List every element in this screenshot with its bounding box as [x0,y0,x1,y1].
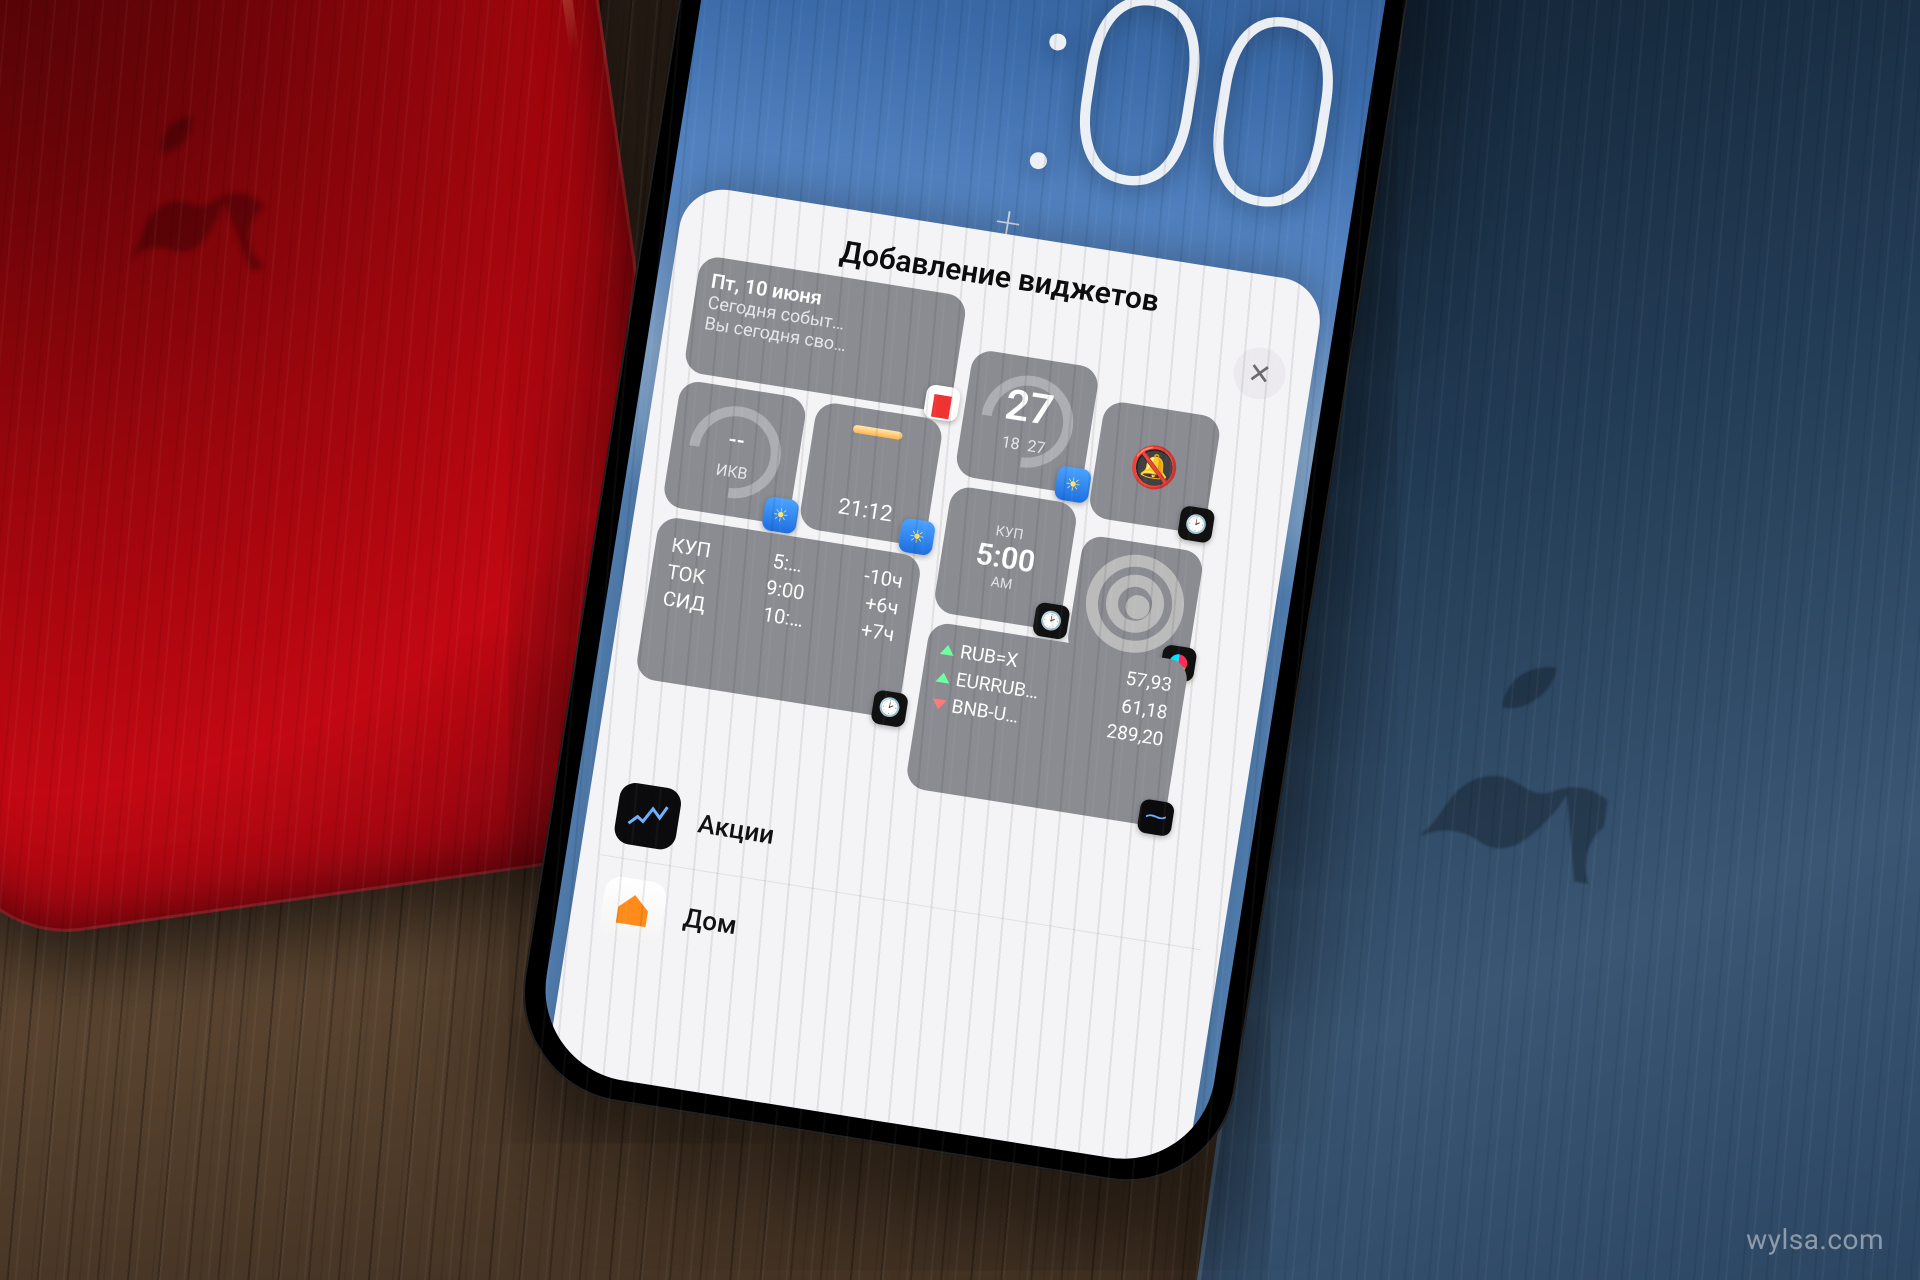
stocks-app-icon [1136,798,1175,837]
stocks-app-icon [612,781,683,852]
app-label: Акции [696,809,776,851]
watermark: wylsa.com [1746,1223,1884,1256]
alarm-ampm: AM [990,574,1014,593]
lockscreen-clock: :00 [1004,0,1359,276]
bell-slash-icon: 🔕 [1126,440,1183,494]
city: СИД [661,585,707,618]
alarm-time: 5:00 [973,536,1037,580]
next-alarm-widget[interactable]: КУП 5:00 AM 🕑 [932,485,1078,631]
rings-icon [1077,545,1194,662]
weather-app-icon: ☀ [761,496,800,535]
clock-app-icon: 🕑 [870,689,909,728]
apple-logo-icon [1418,642,1627,885]
temperature-widget[interactable]: 27 18 27 ☀ [954,348,1100,494]
weather-app-icon: ☀ [1053,465,1092,504]
calendar-app-icon: ▇▇▇▇ [923,384,962,423]
home-app-icon [597,875,668,946]
air-quality-widget[interactable]: -- ИКВ ☀ [662,379,808,525]
offset: +7ч [859,616,896,648]
clock-app-icon: 🕑 [1177,505,1216,544]
sunset-widget[interactable]: 21:12 ☀ [798,401,944,547]
sunset-time: 21:12 [836,494,894,527]
alarm-mute-widget[interactable]: 🔕 🕑 [1087,400,1222,535]
apple-logo-icon [111,99,273,287]
weather-app-icon: ☀ [897,517,936,556]
close-button[interactable]: ✕ [1230,344,1289,403]
app-label: Дом [681,903,739,941]
world-clock-widget[interactable]: КУП5:…-10ч ТОК9:00+6ч СИД10:…+7ч 🕑 [634,515,922,719]
sunset-icon [852,425,903,441]
time: 10:… [761,601,805,634]
photo-scene: :00 + Добавление виджетов ✕ Пт, 10 июня … [0,0,1920,1280]
close-icon: ✕ [1245,355,1273,391]
clock-app-icon: 🕑 [1032,601,1071,640]
widget-picker-panel: Добавление виджетов ✕ Пт, 10 июня Сегодн… [540,183,1326,1172]
